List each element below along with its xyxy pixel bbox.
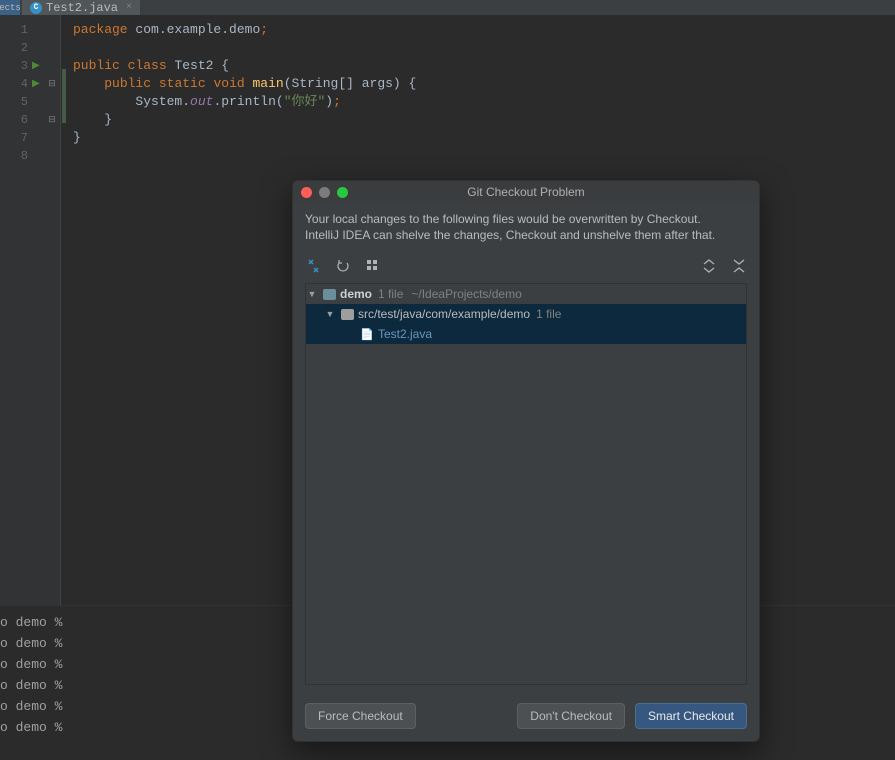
dialog-toolbar xyxy=(293,253,759,279)
line-number: 7 xyxy=(0,131,28,145)
tree-path: ~/IdeaProjects/demo xyxy=(411,287,521,301)
smart-checkout-button[interactable]: Smart Checkout xyxy=(635,703,747,729)
tree-label: demo xyxy=(340,287,372,301)
dont-checkout-button[interactable]: Don't Checkout xyxy=(517,703,625,729)
folder-icon xyxy=(340,307,354,321)
expand-all-icon[interactable] xyxy=(701,258,717,274)
gutter: 1 2 3▶ 4▶⊟ 5 6⊟ 7 8 xyxy=(0,15,61,605)
fold-icon[interactable]: ⊟ xyxy=(46,115,58,125)
run-gutter-icon[interactable]: ▶ xyxy=(32,78,46,90)
file-count: 1 file xyxy=(536,307,561,321)
java-file-icon: 📄 xyxy=(360,327,374,341)
tree-file-row[interactable]: 📄 Test2.java xyxy=(306,324,746,344)
close-icon[interactable]: × xyxy=(126,2,132,13)
collapse-all-icon[interactable] xyxy=(731,258,747,274)
line-number: 2 xyxy=(0,41,28,55)
java-class-icon: C xyxy=(30,2,42,14)
line-number: 5 xyxy=(0,95,28,109)
file-count: 1 file xyxy=(378,287,403,301)
tree-root-row[interactable]: ▼ demo 1 file ~/IdeaProjects/demo xyxy=(306,284,746,304)
git-checkout-dialog: Git Checkout Problem Your local changes … xyxy=(292,180,760,742)
module-icon xyxy=(322,287,336,301)
run-gutter-icon[interactable]: ▶ xyxy=(32,60,46,72)
vcs-change-marker[interactable] xyxy=(62,69,66,123)
disclosure-icon[interactable]: ▼ xyxy=(324,309,336,319)
diff-icon[interactable] xyxy=(305,258,321,274)
tree-label: src/test/java/com/example/demo xyxy=(358,307,530,321)
disclosure-icon[interactable]: ▼ xyxy=(306,289,318,299)
tree-dir-row[interactable]: ▼ src/test/java/com/example/demo 1 file xyxy=(306,304,746,324)
dialog-button-bar: Force Checkout Don't Checkout Smart Chec… xyxy=(305,703,747,729)
force-checkout-button[interactable]: Force Checkout xyxy=(305,703,416,729)
dialog-title: Git Checkout Problem xyxy=(293,185,759,199)
revert-icon[interactable] xyxy=(335,258,351,274)
tree-label: Test2.java xyxy=(378,327,432,341)
project-tool-stub[interactable]: ects xyxy=(0,0,20,15)
dialog-message: Your local changes to the following file… xyxy=(293,203,759,253)
line-number: 1 xyxy=(0,23,28,37)
line-number: 8 xyxy=(0,149,28,163)
fold-icon[interactable]: ⊟ xyxy=(46,79,58,89)
changes-tree[interactable]: ▼ demo 1 file ~/IdeaProjects/demo ▼ src/… xyxy=(305,283,747,685)
line-number: 3 xyxy=(0,59,28,73)
tab-filename: Test2.java xyxy=(46,1,118,15)
group-by-icon[interactable] xyxy=(365,258,381,274)
editor-tab[interactable]: C Test2.java × xyxy=(22,0,140,15)
editor-tabstrip: ects C Test2.java × xyxy=(0,0,895,15)
dialog-titlebar[interactable]: Git Checkout Problem xyxy=(293,181,759,203)
line-number: 4 xyxy=(0,77,28,91)
line-number: 6 xyxy=(0,113,28,127)
